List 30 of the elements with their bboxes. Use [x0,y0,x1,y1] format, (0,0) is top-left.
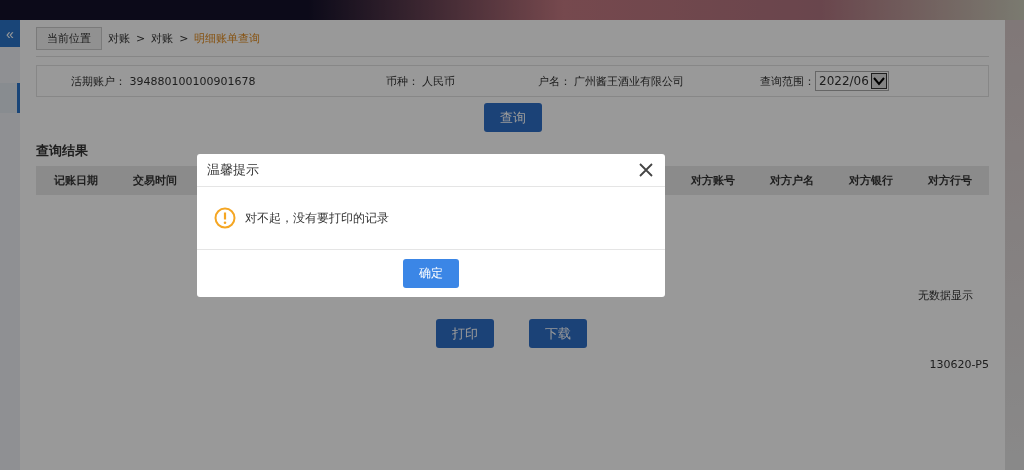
column-header: 记账日期 [52,173,99,188]
dialog-title: 温馨提示 [207,161,259,179]
action-button[interactable]: 下载 [529,319,587,348]
action-button[interactable]: 打印 [436,319,494,348]
column-header: 交易时间 [131,173,178,188]
breadcrumb-item: > [136,31,146,45]
query-button[interactable]: 查询 [483,103,542,132]
range-select[interactable]: 2022/06 [815,71,889,91]
page-code: 130620-P5 [929,358,989,371]
chevron-down-icon [870,73,887,89]
account-field: 户名： 广州酱王酒业有限公司 [538,73,758,89]
range-label: 查询范围： [760,73,815,89]
collapse-button[interactable]: « [0,20,20,47]
account-field: 活期账户： 394880100100901678 [71,73,386,89]
section-title: 查询结果 [36,142,89,160]
column-header: 对方银行 [847,173,894,188]
column-header: 对方行号 [926,173,973,188]
breadcrumb-item: 对账 [151,30,174,46]
empty-message: 无数据显示 [918,288,973,303]
column-header: 对方账号 [689,173,736,188]
breadcrumb-current: 明细账单查询 [194,30,261,46]
account-field: 币种： 人民币 [386,73,538,89]
column-header: 对方户名 [768,173,815,188]
breadcrumb-item: > [179,31,189,45]
breadcrumb-item: 对账 [108,30,130,46]
close-icon[interactable] [639,163,653,177]
warning-icon [214,207,236,229]
confirm-button[interactable]: 确定 [403,259,459,288]
dialog-message: 对不起，没有要打印的记录 [245,209,389,227]
breadcrumb-label: 当前位置 [36,26,102,50]
